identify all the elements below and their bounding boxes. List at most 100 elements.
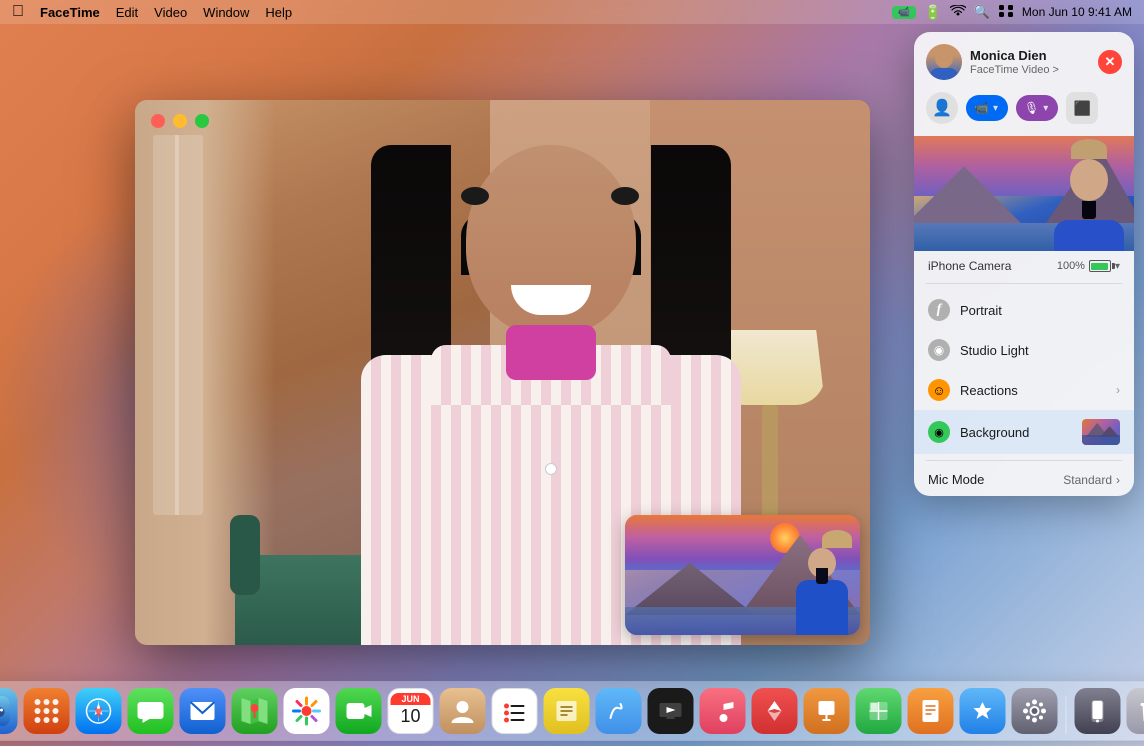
preview-scarf <box>816 568 828 584</box>
portrait-item-left: f Portrait <box>928 299 1002 321</box>
menubar-right: 📹 🔋 🔍 Mon Jun 10 9:41 AM <box>892 4 1132 21</box>
dock-item-iphone-mirroring[interactable] <box>1075 688 1121 734</box>
preview-caller-person <box>792 530 852 625</box>
studio-light-item-left: ◉ Studio Light <box>928 339 1029 361</box>
panel-preview-person <box>1049 139 1129 251</box>
dock-item-photos[interactable] <box>284 688 330 734</box>
chair-arm-left <box>230 515 260 595</box>
panel-preview-head <box>1070 159 1108 201</box>
preview-hair <box>822 530 852 548</box>
battery-row: 100% ▾ <box>1057 260 1120 272</box>
camera-name: iPhone Camera <box>928 259 1011 273</box>
dock-item-music[interactable] <box>700 688 746 734</box>
preview-body <box>796 580 848 635</box>
portrait-menu-item[interactable]: f Portrait <box>914 290 1134 330</box>
dock-item-finder[interactable] <box>0 688 18 734</box>
background-label: Background <box>960 425 1029 440</box>
background-menu-item[interactable]: ◉ Background <box>914 410 1134 454</box>
dock-item-appletv[interactable] <box>648 688 694 734</box>
close-button[interactable] <box>151 114 165 128</box>
mic-mode-menu-item[interactable]: Mic Mode Standard › <box>914 463 1134 496</box>
dock-item-launchpad[interactable] <box>24 688 70 734</box>
panel-close-button[interactable]: ✕ <box>1098 50 1122 74</box>
studio-light-icon: ◉ <box>928 339 950 361</box>
dock-item-reminders[interactable] <box>492 688 538 734</box>
divider-2 <box>926 460 1122 461</box>
battery-menubar-icon: 🔋 <box>924 4 941 21</box>
mic-chevron: ▾ <box>1043 103 1048 114</box>
caller-details: Monica Dien FaceTime Video > <box>970 48 1059 76</box>
person-button[interactable]: 👤 <box>926 92 958 124</box>
mic-mode-right: Standard › <box>1063 473 1120 487</box>
dock-item-notes[interactable] <box>544 688 590 734</box>
screen-share-button[interactable]: ⬛ <box>1066 92 1098 124</box>
panel-preview-body <box>1054 220 1124 251</box>
dock-item-freeform[interactable] <box>596 688 642 734</box>
caller-subtitle: FaceTime Video > <box>970 64 1059 76</box>
background-item-left: ◉ Background <box>928 421 1029 443</box>
thumbnail-mountain <box>1082 419 1120 445</box>
studio-light-label: Studio Light <box>960 343 1029 358</box>
mic-button[interactable]: 🎙 ▾ <box>1016 95 1058 121</box>
search-menubar-icon[interactable]: 🔍 <box>974 4 990 20</box>
dock-separator <box>1066 696 1067 734</box>
battery-percentage: 100% <box>1057 260 1085 272</box>
fullscreen-button[interactable] <box>195 114 209 128</box>
wifi-icon <box>950 5 966 20</box>
portrait-icon: f <box>928 299 950 321</box>
battery-icon <box>1089 260 1111 272</box>
dock-item-calendar[interactable]: JUN 10 <box>388 688 434 734</box>
reactions-item-left: ☺ Reactions <box>928 379 1018 401</box>
help-menu[interactable]: Help <box>265 5 292 20</box>
menubar-left:  FaceTime Edit Video Window Help <box>12 3 292 21</box>
panel-preview-scarf <box>1082 201 1096 219</box>
panel-header: Monica Dien FaceTime Video > ✕ <box>914 32 1134 88</box>
dock-item-systemprefs[interactable] <box>1012 688 1058 734</box>
reactions-chevron: › <box>1116 383 1120 397</box>
reactions-menu-item[interactable]: ☺ Reactions › <box>914 370 1134 410</box>
dock-item-messages[interactable] <box>128 688 174 734</box>
dock-item-news[interactable] <box>752 688 798 734</box>
caller-avatar <box>926 44 962 80</box>
edit-menu[interactable]: Edit <box>116 5 138 20</box>
caller-video-preview <box>625 515 860 635</box>
facetime-video-bg <box>135 100 870 645</box>
mic-mode-value: Standard <box>1063 473 1112 487</box>
dock-item-contacts[interactable] <box>440 688 486 734</box>
turtleneck <box>506 325 596 380</box>
video-button[interactable]: 📹 ▾ <box>966 95 1008 121</box>
mic-mode-chevron: › <box>1116 473 1120 487</box>
apple-menu[interactable]:  <box>12 3 24 21</box>
control-center-icon[interactable] <box>998 4 1014 21</box>
traffic-lights <box>151 114 209 128</box>
background-icon: ◉ <box>928 421 950 443</box>
video-icon: 📹 <box>974 101 989 115</box>
dock-item-numbers[interactable] <box>856 688 902 734</box>
dock-item-appstore[interactable] <box>960 688 1006 734</box>
dock-item-pages[interactable] <box>908 688 954 734</box>
dock: JUN 10 <box>0 682 1144 740</box>
battery-fill <box>1091 263 1108 270</box>
dock-item-mail[interactable] <box>180 688 226 734</box>
dock-item-keynote[interactable] <box>804 688 850 734</box>
control-panel: Monica Dien FaceTime Video > ✕ 👤 📹 ▾ 🎙 ▾… <box>914 32 1134 496</box>
window-menu[interactable]: Window <box>203 5 249 20</box>
caller-name: Monica Dien <box>970 48 1059 64</box>
calendar-day: 10 <box>400 705 420 728</box>
dock-item-safari[interactable] <box>76 688 122 734</box>
minimize-button[interactable] <box>173 114 187 128</box>
right-eye <box>611 187 639 205</box>
panel-controls-row: 👤 📹 ▾ 🎙 ▾ ⬛ <box>914 88 1134 136</box>
panel-preview-hair <box>1071 139 1107 159</box>
recording-indicator: 📹 <box>892 6 916 19</box>
dock-item-maps[interactable] <box>232 688 278 734</box>
dock-item-trash[interactable] <box>1127 688 1144 734</box>
app-name-menu[interactable]: FaceTime <box>40 5 100 20</box>
caller-info-row: Monica Dien FaceTime Video > <box>926 44 1059 80</box>
dock-item-facetime[interactable] <box>336 688 382 734</box>
studio-light-menu-item[interactable]: ◉ Studio Light <box>914 330 1134 370</box>
video-menu[interactable]: Video <box>154 5 187 20</box>
background-thumbnail <box>1082 419 1120 445</box>
camera-chevron: ▾ <box>1115 261 1120 272</box>
camera-menu-items: f Portrait ◉ Studio Light ☺ Reactions › … <box>914 286 1134 458</box>
